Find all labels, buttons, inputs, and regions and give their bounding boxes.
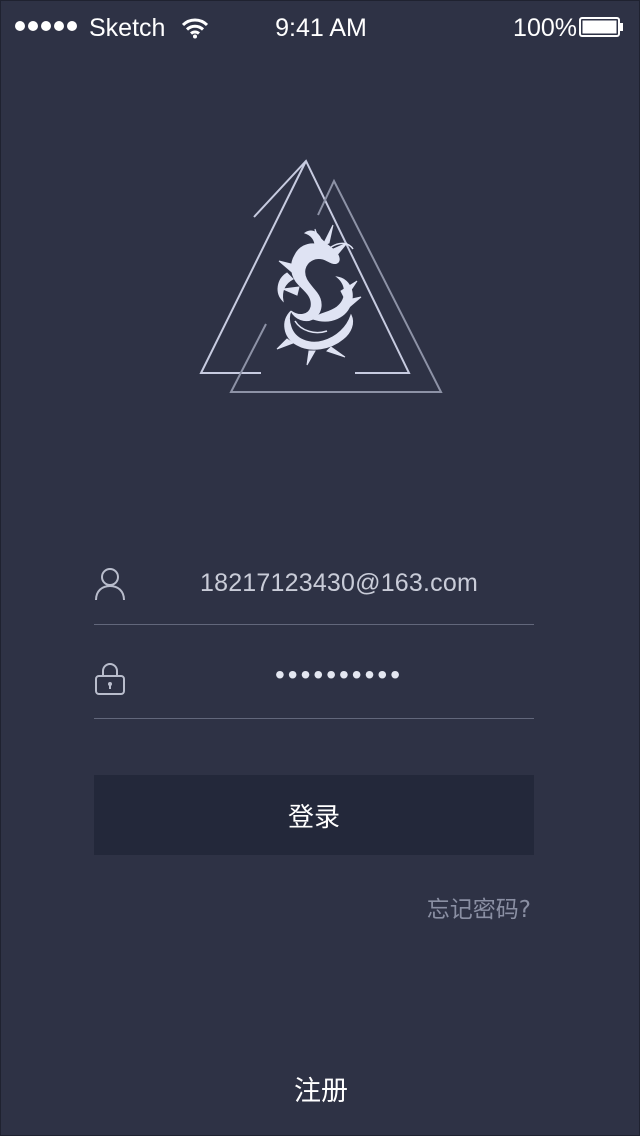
password-input[interactable]: •••••••••• — [144, 659, 534, 691]
account-divider — [94, 624, 534, 625]
login-button[interactable]: 登录 — [94, 775, 534, 855]
battery-icon — [579, 17, 623, 37]
account-input[interactable]: 18217123430@163.com — [144, 569, 534, 598]
status-bar: Sketch 9:41 AM 100% — [1, 1, 639, 55]
forgot-password-link[interactable]: 忘记密码? — [427, 890, 531, 924]
user-icon — [95, 568, 125, 601]
battery-percent: 100% — [513, 14, 577, 42]
password-divider — [94, 718, 534, 719]
dragon-triangle-logo — [199, 159, 443, 393]
login-screen: Sketch 9:41 AM 100% 18217123430@163.com … — [0, 0, 640, 1136]
password-field[interactable]: •••••••••• — [94, 651, 534, 719]
lock-icon — [95, 663, 125, 695]
register-link[interactable]: 注册 — [1, 1069, 639, 1108]
account-field[interactable]: 18217123430@163.com — [94, 557, 534, 625]
